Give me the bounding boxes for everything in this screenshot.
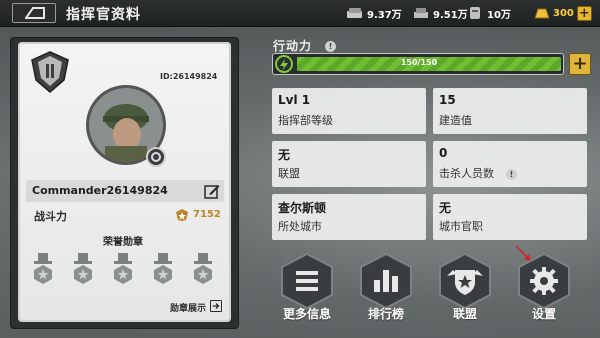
medals-title: 荣誉勋章 (103, 237, 143, 248)
medal-show-button[interactable]: 勋章展示 (170, 301, 206, 314)
stat-alliance: 无 联盟 (272, 141, 426, 187)
more-info-button[interactable] (279, 252, 335, 310)
commander-id: ID:26149824 (160, 72, 218, 81)
stat-kills: 0 击杀人员数 (433, 141, 587, 187)
stat-hq-level: Lvl 1 指挥部等级 (272, 88, 426, 134)
gold-icon (534, 8, 550, 19)
medal-icon[interactable] (111, 253, 135, 287)
medal-icon[interactable] (31, 253, 55, 287)
more-info-label: 更多信息 (282, 307, 331, 321)
kills-info-icon[interactable]: ! (506, 169, 517, 180)
action-points-bar: 150/150 (272, 53, 564, 75)
change-avatar-button[interactable] (146, 147, 166, 167)
medal-icon[interactable] (151, 253, 175, 287)
menu-icon (296, 271, 318, 291)
iron-icon (414, 8, 428, 18)
alliance-label: 联盟 (452, 307, 477, 321)
stat-city-office: 无 城市官职 (433, 194, 587, 240)
pointer-arrow-icon (515, 245, 531, 261)
settings-icon (530, 267, 558, 295)
rank-badge-icon (31, 51, 69, 93)
ranking-button[interactable] (358, 252, 414, 310)
gold-resource: 300 + (534, 4, 592, 22)
medal-icon[interactable] (71, 253, 95, 287)
alliance-button[interactable] (437, 252, 493, 310)
commander-name-row: Commander26149824 (26, 180, 224, 202)
resource-iron: 9.51万 (412, 4, 468, 22)
action-points-info-icon[interactable]: ! (325, 41, 336, 52)
power-icon (176, 209, 188, 221)
medal-icon[interactable] (191, 253, 215, 287)
edit-name-icon[interactable] (204, 183, 220, 199)
add-gold-button[interactable]: + (576, 5, 592, 21)
stat-city: 查尔斯顿 所处城市 (272, 194, 426, 240)
food-icon (347, 8, 362, 18)
back-button[interactable] (12, 3, 56, 23)
settings-label: 设置 (531, 307, 556, 321)
resource-oil: 10万 (466, 4, 511, 22)
add-action-points-button[interactable]: + (569, 53, 591, 75)
commander-name: Commander26149824 (32, 184, 168, 197)
action-points-value: 150/150 (400, 58, 438, 67)
resource-food: 9.37万 (346, 4, 402, 22)
power-label: 战斗力 (34, 210, 67, 223)
oil-icon (470, 7, 480, 19)
power-value: 7152 (193, 209, 221, 220)
page-title: 指挥官资料 (66, 7, 141, 23)
ranking-label: 排行榜 (367, 307, 404, 321)
top-bar: 指挥官资料 9.37万 9.51万 10万 300 + (0, 0, 600, 27)
arrow-right-icon[interactable] (210, 300, 222, 312)
stat-build-value: 15 建造值 (433, 88, 587, 134)
action-points-label: 行动力 (273, 39, 313, 53)
back-arrow-icon (25, 7, 45, 19)
swap-icon (151, 152, 161, 162)
